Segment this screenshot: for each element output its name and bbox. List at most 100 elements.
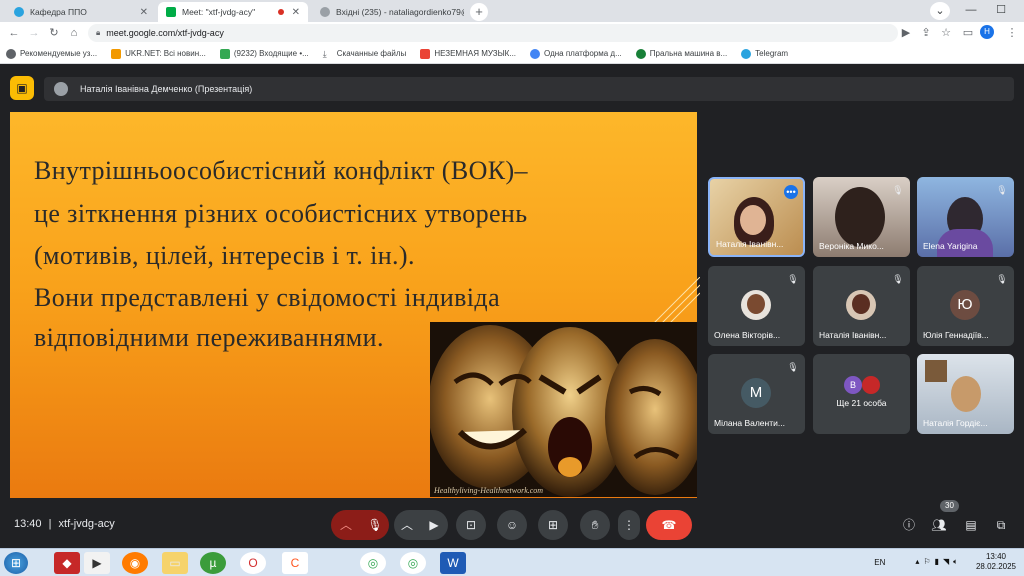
- bookmark-item[interactable]: ⤓ Скачанные файлы: [323, 49, 407, 59]
- new-tab-button[interactable]: +: [470, 3, 488, 21]
- participant-avatar: [846, 290, 876, 320]
- language-indicator[interactable]: EN: [874, 558, 885, 567]
- ukrnet-icon: [111, 48, 122, 59]
- bookmark-item[interactable]: UKR.NET: Всі новин...: [111, 48, 206, 59]
- tab-gmail[interactable]: Вхідні (235) - nataliagordienko79@ ✕: [312, 2, 464, 22]
- participant-tile[interactable]: M 🎙︎ Мілана Валенти...: [708, 354, 805, 434]
- tab-telegram[interactable]: Кафедра ППО ✕: [6, 2, 156, 22]
- system-tray: EN ▴⚐▮◥🔈︎ 13:40 28.02.2025: [874, 552, 1016, 572]
- close-icon[interactable]: ✕: [292, 7, 300, 18]
- tab-google-meet[interactable]: Meet: "xtf-jvdg-acy" ✕: [158, 2, 308, 22]
- participant-tile[interactable]: ••• Наталія Іванівн...: [708, 177, 805, 257]
- call-controls-bar: 13:40 | xtf-jvdg-acy ︿ 🎙︎ ︿ ▶ ⊡ ☺ ⊞ ✋︎ ⋮…: [0, 500, 1024, 548]
- people-icon[interactable]: 👥︎: [930, 516, 948, 534]
- shop-icon: [635, 48, 646, 59]
- google-meet-icon: [166, 7, 176, 17]
- url-text: meet.google.com/xtf-jvdg-acy: [106, 28, 224, 38]
- captions-button[interactable]: ⊡: [456, 510, 486, 540]
- minimize-button[interactable]: —: [956, 0, 986, 22]
- torrent-icon[interactable]: µ: [200, 552, 226, 574]
- camera-button[interactable]: ▶: [420, 510, 448, 540]
- video-options-chevron[interactable]: ︿: [394, 510, 420, 540]
- close-icon[interactable]: ✕: [140, 7, 148, 18]
- app-icon[interactable]: ◆: [54, 552, 80, 574]
- person-face: [740, 205, 766, 235]
- browser-tab-strip: Кафедра ППО ✕ Meet: "xtf-jvdg-acy" ✕ Вхі…: [0, 0, 1024, 22]
- tray-clock[interactable]: 13:40 28.02.2025: [976, 552, 1016, 572]
- slide-text-line: це зіткнення різних особистісних утворен…: [34, 199, 528, 228]
- share-icon[interactable]: ⇪: [918, 25, 934, 41]
- participant-tile[interactable]: 🎙︎ Олена Вікторів...: [708, 266, 805, 346]
- opera-icon[interactable]: O: [240, 552, 266, 574]
- more-participants-tile[interactable]: В Ще 21 особа: [813, 354, 910, 434]
- firefox-icon[interactable]: ◉: [122, 552, 148, 574]
- word-icon[interactable]: W: [440, 552, 466, 574]
- address-bar[interactable]: 🔒︎ meet.google.com/xtf-jvdg-acy: [88, 24, 898, 42]
- mic-off-icon: 🎙︎: [892, 185, 904, 195]
- participant-avatar-image: [862, 376, 880, 394]
- youtube-icon: [420, 48, 431, 59]
- chat-icon[interactable]: ▤: [962, 516, 980, 534]
- bookmark-star-icon[interactable]: ☆: [938, 25, 954, 41]
- media-player-icon[interactable]: ▶: [84, 552, 110, 574]
- person-silhouette: [951, 376, 981, 412]
- menu-kebab-icon[interactable]: ⋮: [1004, 25, 1020, 41]
- ccleaner-icon[interactable]: C: [282, 552, 308, 574]
- gmail-icon: [320, 7, 330, 17]
- bookmark-item[interactable]: Рекомендуемые уз...: [6, 48, 97, 59]
- meeting-code: xtf-jvdg-acy: [58, 518, 115, 530]
- participant-avatar: M: [741, 378, 771, 408]
- file-explorer-icon[interactable]: ▭: [162, 552, 188, 574]
- participant-avatar: В: [844, 376, 862, 394]
- participant-tile[interactable]: 🎙︎ Вероніка Мико...: [813, 177, 910, 257]
- leave-call-button[interactable]: ☎: [646, 510, 692, 540]
- more-options-icon[interactable]: •••: [784, 185, 798, 199]
- back-icon[interactable]: ←: [6, 25, 22, 41]
- presenter-avatar: [54, 82, 68, 96]
- forward-icon[interactable]: →: [26, 25, 42, 41]
- mail-icon: [219, 48, 230, 59]
- reload-icon[interactable]: ↻: [46, 25, 62, 41]
- profile-avatar[interactable]: H: [980, 25, 994, 39]
- mic-off-icon: 🎙︎: [787, 362, 799, 372]
- image-caption: Healthyliving-Healthnetwork.com: [434, 486, 544, 495]
- present-screen-button[interactable]: ⊞: [538, 510, 568, 540]
- raise-hand-button[interactable]: ✋︎: [580, 510, 610, 540]
- download-icon: ⤓: [322, 48, 327, 59]
- meeting-details-icon[interactable]: ⓘ: [900, 516, 918, 534]
- side-panel-icon[interactable]: ▭: [960, 25, 976, 41]
- tab-title: Кафедра ППО: [30, 7, 87, 17]
- participant-tile[interactable]: 🎙︎ Наталія Іванівн...: [813, 266, 910, 346]
- camera-indicator-icon[interactable]: ▶: [898, 25, 914, 41]
- mic-off-button[interactable]: 🎙︎: [361, 510, 389, 540]
- home-icon[interactable]: ⌂: [66, 25, 82, 41]
- camera-off-indicator-icon[interactable]: ▣: [10, 76, 34, 100]
- emoji-reactions-button[interactable]: ☺: [497, 510, 527, 540]
- slide-text-line: (мотивів, цілей, інтересів і т. ін.).: [34, 241, 415, 270]
- slide-text-line: відповідними переживаннями.: [34, 323, 384, 352]
- bookmark-item[interactable]: Telegram: [741, 48, 788, 59]
- start-button[interactable]: ⊞: [4, 552, 28, 574]
- activities-icon[interactable]: ⧉: [992, 516, 1010, 534]
- windows-taskbar: ⊞ ◆ ▶ ◉ ▭ µ O C ◎ ◎ W EN ▴⚐▮◥🔈︎ 13:40 28…: [0, 548, 1024, 576]
- participant-name: Олена Вікторів...: [714, 330, 781, 340]
- more-options-button[interactable]: ⋮: [618, 510, 640, 540]
- chrome-icon[interactable]: ◎: [400, 552, 426, 574]
- tray-icons[interactable]: ▴⚐▮◥🔈︎: [915, 557, 962, 567]
- bookmark-item[interactable]: (9232) Входящие •...: [219, 48, 309, 59]
- meeting-info: 13:40 | xtf-jvdg-acy: [14, 518, 115, 530]
- audio-options-chevron[interactable]: ︿: [331, 510, 361, 540]
- chrome-icon[interactable]: ◎: [360, 552, 386, 574]
- participant-tile[interactable]: Ю 🎙︎ Юлія Геннадіїв...: [917, 266, 1014, 346]
- tab-search-button[interactable]: ⌄: [930, 2, 950, 20]
- participant-name: Наталія Іванівн...: [716, 239, 784, 249]
- bookmark-item[interactable]: Одна платформа д...: [530, 48, 622, 59]
- participant-tile[interactable]: Наталія Гордіє...: [917, 354, 1014, 434]
- bookmark-item[interactable]: НЕЗЕМНАЯ МУЗЫК...: [420, 48, 516, 59]
- bookmark-item[interactable]: Пральна машина в...: [635, 48, 727, 59]
- participant-tile[interactable]: 🎙︎ Elena Yarigina: [917, 177, 1014, 257]
- apps-icon: [6, 48, 16, 59]
- participant-name: Наталія Гордіє...: [923, 418, 988, 428]
- telegram-icon: [14, 7, 24, 17]
- maximize-button[interactable]: ☐: [986, 0, 1016, 22]
